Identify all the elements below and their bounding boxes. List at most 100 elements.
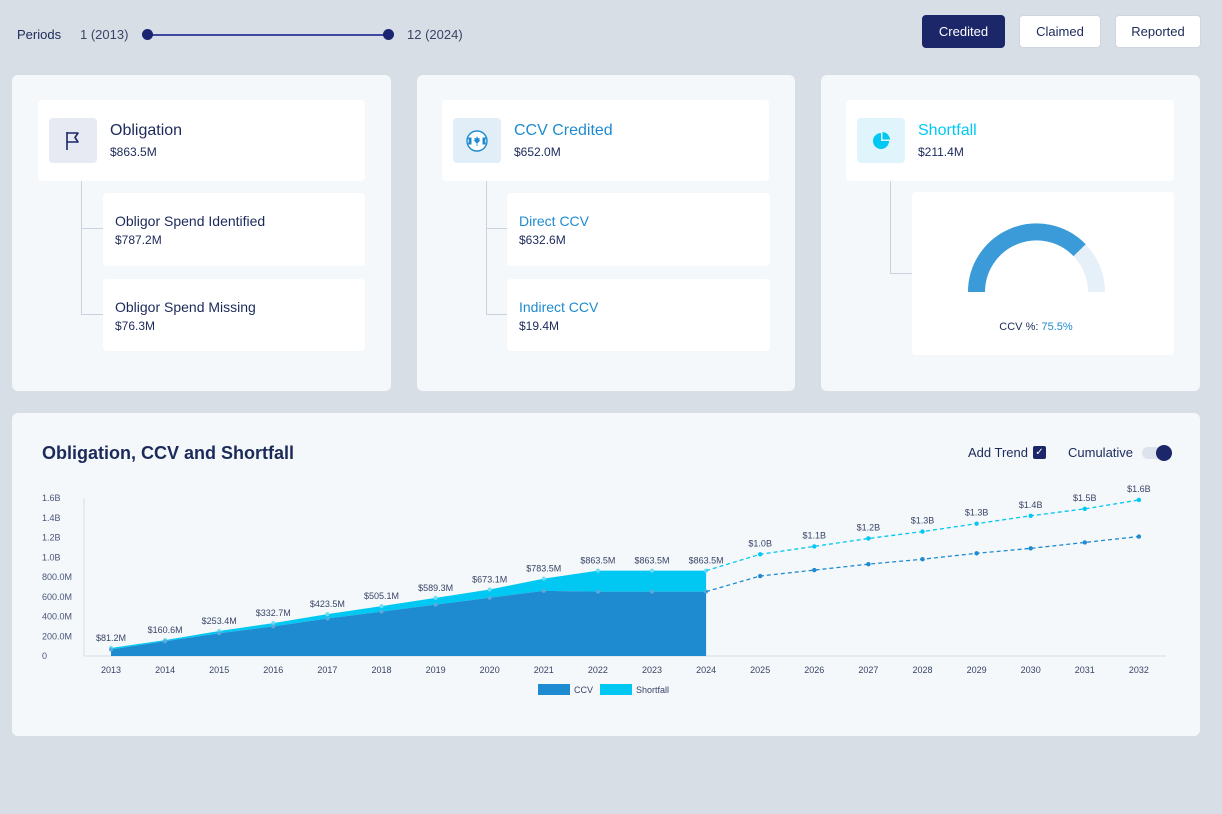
periods-label: Periods [17,27,62,42]
legend-swatch-shortfall [600,684,632,695]
total-trend-point [1082,506,1088,512]
tree-connector [81,314,103,315]
x-tick-label: 2021 [534,665,554,675]
total-point [487,587,492,592]
shortfall-card: Shortfall $211.4M CCV %: 75.5% [821,75,1200,391]
obligor-spend-missing-item: Obligor Spend Missing $76.3M [103,279,365,351]
total-data-label: $863.5M [634,556,669,566]
flag-icon [49,118,97,163]
claimed-button[interactable]: Claimed [1019,15,1101,48]
credited-button[interactable]: Credited [922,15,1005,48]
x-tick-label: 2018 [371,665,391,675]
x-tick-label: 2024 [696,665,716,675]
gauge-caption: CCV %: 75.5% [912,321,1160,333]
ccv-credited-value: $652.0M [514,145,561,159]
area-chart: 1.6B 1.4B 1.2B 1.0B 800.0M 600.0M 400.0M 200.0M… [42,484,1166,695]
y-tick-label: 1.4B [42,513,61,523]
ccv-point [433,602,438,607]
direct-ccv-item: Direct CCV $632.6M [507,193,770,266]
y-tick-label: 600.0M [42,592,72,602]
x-tick-label: 2026 [804,665,824,675]
ccv-trend-point [1082,540,1088,545]
trend-data-label: $1.3B [911,516,935,526]
shortfall-value: $211.4M [918,145,964,159]
reported-button[interactable]: Reported [1115,15,1201,48]
y-tick-label: 1.6B [42,493,61,503]
x-tick-label: 2019 [426,665,446,675]
trend-data-label: $1.1B [803,530,827,540]
x-tick-label: 2015 [209,665,229,675]
tree-connector [890,273,912,274]
ccv-trend-point [1136,534,1142,539]
ccv-gauge-panel: CCV %: 75.5% [912,192,1174,355]
total-trend-point [1136,497,1142,503]
indirect-ccv-value: $19.4M [519,319,560,333]
total-data-label: $505.1M [364,591,399,601]
tree-connector [81,228,103,229]
total-data-label: $423.5M [310,599,345,609]
legend-swatch-ccv [538,684,570,695]
total-trend-point [812,544,817,549]
ccv-point [487,595,492,600]
x-tick-label: 2016 [263,665,283,675]
indirect-ccv-label: Indirect CCV [519,299,599,315]
obligation-title: Obligation [110,122,183,139]
legend-label-ccv: CCV [574,685,593,695]
ccv-trend-point [758,573,763,579]
pie-chart-icon [857,118,905,163]
ccv-credited-header: CCV Credited $652.0M [442,100,769,181]
ccv-credited-card: CCV Credited $652.0M Direct CCV $632.6M … [417,75,795,391]
total-data-label: $253.4M [202,616,237,626]
total-trend-point [866,536,871,541]
total-data-label: $673.1M [472,575,507,585]
x-tick-label: 2014 [155,665,175,675]
obligor-spend-identified-item: Obligor Spend Identified $787.2M [103,193,365,266]
total-point [325,612,330,617]
ccv-point [271,624,276,629]
ccv-point [325,616,330,621]
total-point [595,568,600,573]
trend-data-label: $1.2B [857,522,881,532]
x-tick-label: 2025 [750,665,770,675]
trend-data-label: $1.6B [1127,484,1151,494]
x-tick-label: 2028 [912,665,932,675]
obligation-value: $863.5M [110,145,157,159]
period-slider-start-handle[interactable] [142,29,153,40]
x-tick-label: 2027 [858,665,878,675]
y-tick-label: 800.0M [42,572,72,582]
y-tick-label: 1.2B [42,533,61,543]
y-tick-label: 1.0B [42,552,61,562]
total-trend-point [1028,513,1033,518]
obligor-spend-missing-value: $76.3M [115,319,156,333]
tree-connector [486,228,508,229]
ccv-point [379,609,384,614]
x-tick-label: 2022 [588,665,608,675]
tree-connector [486,181,487,315]
tree-connector [486,314,508,315]
period-slider-end-handle[interactable] [383,29,394,40]
obligor-spend-identified-label: Obligor Spend Identified [115,213,266,229]
total-point [379,604,384,609]
x-tick-label: 2030 [1021,665,1041,675]
direct-ccv-label: Direct CCV [519,213,590,229]
total-trend-point [920,529,925,534]
trend-data-label: $1.4B [1019,500,1043,510]
ccv-trend-point [1028,546,1033,551]
ccv-point [217,631,222,636]
ccv-trend-point [866,561,871,567]
ccv-trend-point [920,557,925,562]
total-point [541,576,546,581]
x-tick-label: 2023 [642,665,662,675]
top-bar: Periods 1 (2013) 12 (2024) Credited Clai… [0,0,1222,70]
total-point [650,568,654,573]
ccv-gauge [968,223,1105,293]
total-trend-point [974,521,979,526]
gauge-fill [968,223,1086,293]
shortfall-header: Shortfall $211.4M [846,100,1174,181]
period-start-label: 1 (2013) [80,27,129,42]
obligation-card: Obligation $863.5M Obligor Spend Identif… [12,75,391,391]
total-data-label: $332.7M [256,608,291,618]
x-tick-label: 2013 [101,665,121,675]
period-slider-track[interactable] [147,34,389,36]
total-data-label: $863.5M [580,556,615,566]
